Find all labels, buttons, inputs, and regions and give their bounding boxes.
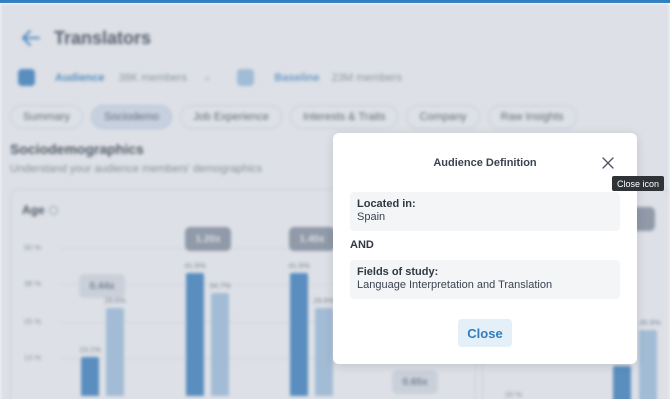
criteria-label: Fields of study: — [357, 266, 439, 278]
modal-title: Audience Definition — [433, 157, 537, 169]
close-icon-tooltip: Close icon — [612, 176, 665, 191]
criteria-location: Located in: Spain — [350, 192, 620, 231]
close-button[interactable]: Close — [458, 319, 512, 347]
close-icon[interactable] — [602, 157, 614, 169]
criteria-fields-of-study: Fields of study: Language Interpretation… — [350, 260, 620, 299]
audience-definition-modal: Audience Definition Located in: Spain AN… — [333, 133, 637, 364]
criteria-value: Spain — [357, 211, 386, 223]
criteria-label: Located in: — [357, 198, 416, 210]
criteria-operator: AND — [350, 239, 374, 251]
criteria-value: Language Interpretation and Translation — [357, 279, 553, 291]
